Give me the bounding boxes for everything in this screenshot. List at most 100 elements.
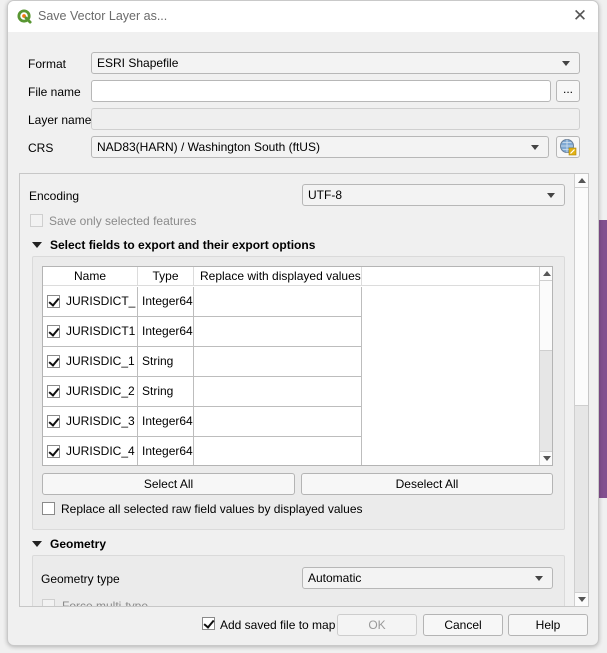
select-all-button[interactable]: Select All: [42, 473, 295, 495]
encoding-select[interactable]: UTF-8: [302, 184, 565, 206]
help-label: Help: [535, 618, 561, 632]
table-row[interactable]: JURISDICT_ Integer64: [43, 287, 362, 317]
geometry-section-header[interactable]: Geometry: [32, 537, 106, 551]
field-export-checkbox[interactable]: [47, 415, 60, 428]
options-scrollbar[interactable]: [574, 174, 588, 606]
field-export-checkbox[interactable]: [47, 295, 60, 308]
qgis-logo-icon: [17, 9, 32, 24]
save-vector-layer-dialog: Save Vector Layer as... ✕ Format ESRI Sh…: [7, 0, 599, 646]
title-bar: Save Vector Layer as... ✕: [8, 1, 598, 32]
collapse-arrow-icon: [32, 242, 42, 248]
replace-all-checkbox[interactable]: [42, 502, 55, 515]
save-selected-checkbox[interactable]: [30, 214, 43, 227]
background-map-canvas: [598, 220, 607, 498]
close-icon: ✕: [572, 6, 588, 25]
cancel-button[interactable]: Cancel: [423, 614, 503, 636]
field-type-cell: Integer64: [138, 317, 194, 347]
deselect-all-label: Deselect All: [395, 477, 459, 491]
fields-section-title: Select fields to export and their export…: [50, 238, 316, 252]
scroll-up-arrow-icon[interactable]: [575, 174, 588, 188]
field-export-checkbox[interactable]: [47, 445, 60, 458]
table-row[interactable]: JURISDICT1 Integer64: [43, 317, 362, 347]
field-name: JURISDIC_2: [66, 384, 135, 398]
geometry-type-value: Automatic: [308, 571, 362, 585]
add-to-map-checkbox[interactable]: [202, 617, 215, 630]
replace-all-label: Replace all selected raw field values by…: [61, 502, 363, 516]
browse-label: ...: [562, 82, 573, 96]
field-export-checkbox[interactable]: [47, 325, 60, 338]
ok-button[interactable]: OK: [337, 614, 417, 636]
field-name-cell: JURISDIC_3: [43, 407, 138, 437]
table-row[interactable]: JURISDIC_4 Integer64: [43, 437, 362, 465]
field-name-cell: JURISDIC_2: [43, 377, 138, 407]
file-name-input[interactable]: [91, 80, 551, 102]
window-title: Save Vector Layer as...: [38, 9, 168, 23]
select-all-label: Select All: [143, 477, 194, 491]
browse-button[interactable]: ...: [556, 80, 580, 102]
field-name: JURISDIC_3: [66, 414, 135, 428]
format-label: Format: [28, 57, 67, 71]
fields-table-scrollbar[interactable]: [539, 267, 552, 465]
field-replace-cell[interactable]: [194, 407, 362, 437]
column-header-type[interactable]: Type: [138, 267, 194, 286]
geometry-groupbox: Geometry type Automatic Force multi-type: [32, 555, 565, 607]
field-export-checkbox[interactable]: [47, 385, 60, 398]
crs-label: CRS: [28, 141, 54, 155]
field-name-cell: JURISDICT1: [43, 317, 138, 347]
field-export-checkbox[interactable]: [47, 355, 60, 368]
crs-select[interactable]: NAD83(HARN) / Washington South (ftUS): [91, 136, 549, 158]
field-name-cell: JURISDICT_: [43, 287, 138, 317]
fields-table: Name Type Replace with displayed values …: [42, 266, 553, 466]
add-to-map-label: Add saved file to map: [220, 618, 336, 632]
layer-name-input[interactable]: [91, 108, 580, 130]
column-header-name[interactable]: Name: [43, 267, 138, 286]
close-button[interactable]: ✕: [570, 6, 590, 26]
field-name-cell: JURISDIC_4: [43, 437, 138, 465]
deselect-all-button[interactable]: Deselect All: [301, 473, 553, 495]
field-type-cell: String: [138, 377, 194, 407]
projection-select-icon: [560, 139, 577, 156]
field-name: JURISDICT1: [66, 324, 136, 338]
fields-groupbox: Name Type Replace with displayed values …: [32, 256, 565, 530]
table-row[interactable]: JURISDIC_1 String: [43, 347, 362, 377]
format-value: ESRI Shapefile: [97, 56, 179, 70]
crs-value: NAD83(HARN) / Washington South (ftUS): [97, 140, 320, 154]
crs-selector-button[interactable]: [556, 136, 580, 158]
field-name: JURISDICT_: [66, 294, 136, 308]
force-multi-label: Force multi-type: [62, 599, 149, 607]
format-select[interactable]: ESRI Shapefile: [91, 52, 580, 74]
field-replace-cell[interactable]: [194, 317, 362, 347]
encoding-label: Encoding: [29, 189, 80, 203]
save-selected-label: Save only selected features: [49, 214, 197, 228]
scroll-up-arrow-icon[interactable]: [540, 267, 552, 281]
collapse-arrow-icon: [32, 541, 42, 547]
scrollbar-thumb[interactable]: [575, 188, 588, 406]
geometry-section-title: Geometry: [50, 537, 107, 551]
field-name-cell: JURISDIC_1: [43, 347, 138, 377]
layer-name-label: Layer name: [28, 113, 92, 127]
force-multi-checkbox[interactable]: [42, 599, 55, 606]
fields-section-header[interactable]: Select fields to export and their export…: [32, 238, 315, 252]
cancel-label: Cancel: [444, 618, 482, 632]
field-replace-cell[interactable]: [194, 347, 362, 377]
field-type-cell: Integer64: [138, 437, 194, 465]
options-scroll-area: Encoding UTF-8 Save only selected featur…: [19, 173, 589, 607]
column-header-replace[interactable]: Replace with displayed values: [194, 267, 362, 286]
field-type-cell: String: [138, 347, 194, 377]
geometry-type-select[interactable]: Automatic: [302, 567, 553, 589]
table-row[interactable]: JURISDIC_3 Integer64: [43, 407, 362, 437]
scrollbar-thumb[interactable]: [540, 281, 552, 351]
table-header: Name Type Replace with displayed values: [43, 267, 539, 286]
table-row[interactable]: JURISDIC_2 String: [43, 377, 362, 407]
field-replace-cell[interactable]: [194, 437, 362, 465]
encoding-value: UTF-8: [308, 188, 342, 202]
help-button[interactable]: Help: [508, 614, 588, 636]
field-replace-cell[interactable]: [194, 287, 362, 317]
geometry-type-label: Geometry type: [41, 572, 120, 586]
scroll-down-arrow-icon[interactable]: [575, 592, 588, 606]
field-type-cell: Integer64: [138, 407, 194, 437]
file-name-label: File name: [28, 85, 81, 99]
ok-label: OK: [368, 618, 386, 632]
scroll-down-arrow-icon[interactable]: [540, 451, 552, 465]
field-replace-cell[interactable]: [194, 377, 362, 407]
